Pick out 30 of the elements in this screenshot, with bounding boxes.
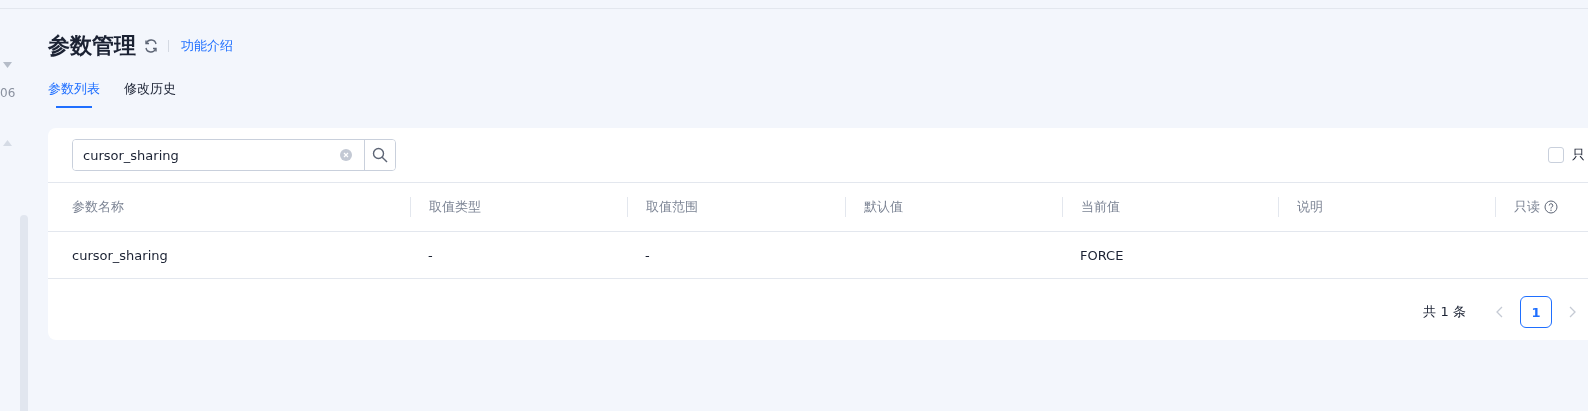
- feature-intro-link[interactable]: 功能介绍: [181, 37, 233, 55]
- help-icon[interactable]: [1544, 200, 1558, 214]
- clear-icon[interactable]: [340, 149, 352, 161]
- column-header: 取值范围: [646, 198, 698, 216]
- column-header: 当前值: [1081, 198, 1120, 216]
- table-cell: cursor_sharing: [72, 247, 168, 263]
- column-header: 默认值: [864, 198, 903, 216]
- search-button[interactable]: [364, 140, 395, 170]
- refresh-icon[interactable]: [144, 39, 158, 53]
- checkbox-label: 只: [1572, 146, 1585, 164]
- table-cell: FORCE: [1080, 247, 1124, 263]
- total-count: 共 1 条: [1423, 303, 1466, 321]
- search-icon: [372, 147, 388, 163]
- dropdown-caret-icon: [3, 62, 12, 68]
- column-header: 参数名称: [72, 198, 124, 216]
- column-header: 取值类型: [429, 198, 481, 216]
- page-button[interactable]: 1: [1520, 296, 1552, 328]
- sidebar-value: 06: [0, 86, 16, 100]
- page-title: 参数管理: [48, 32, 136, 60]
- column-header: 只读: [1514, 198, 1540, 216]
- tab[interactable]: 修改历史: [124, 80, 176, 108]
- search-box[interactable]: cursor_sharing: [72, 139, 396, 171]
- chevron-left-icon: [1496, 306, 1504, 318]
- chevron-right-icon: [1568, 306, 1576, 318]
- table-cell: -: [645, 247, 650, 263]
- tab[interactable]: 参数列表: [48, 80, 100, 108]
- scroll-up-icon[interactable]: [3, 140, 12, 146]
- table-cell: -: [428, 247, 433, 263]
- column-header: 说明: [1297, 198, 1323, 216]
- checkbox[interactable]: [1548, 147, 1564, 163]
